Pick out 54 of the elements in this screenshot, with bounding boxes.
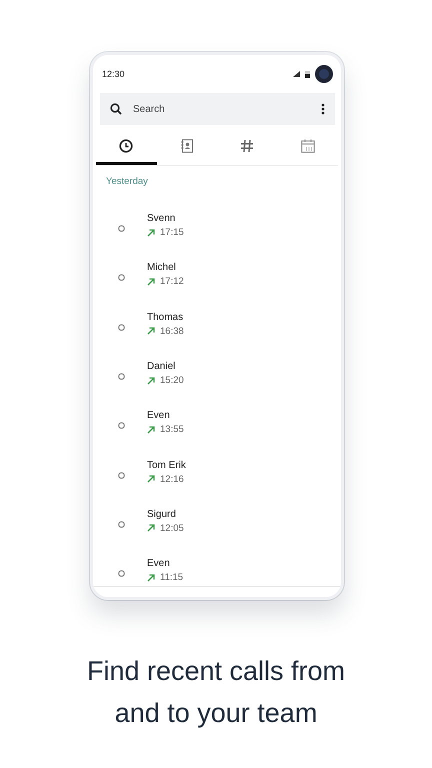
call-time: 17:15 [160,227,184,238]
call-time: 15:20 [160,375,184,386]
clock-icon [119,138,134,152]
battery-icon [305,70,310,78]
call-time: 16:38 [160,326,184,337]
circle-icon [118,422,125,430]
call-time: 17:12 [160,276,184,288]
call-row[interactable]: Tom Erik 12:16 [96,450,338,500]
call-row[interactable]: Svenn 17:15 [96,204,338,254]
outgoing-arrow-icon [147,228,155,237]
caption: Find recent calls from and to your team [86,655,346,730]
search-icon [110,103,122,115]
call-time: 13:55 [160,424,184,436]
circle-icon [118,225,125,232]
outgoing-arrow-icon [147,376,155,385]
call-row[interactable]: Michel 17:12 [96,253,338,303]
caller-name: Daniel [147,361,176,372]
search-field[interactable]: Search [131,102,312,116]
call-row[interactable]: Thomas 16:38 [96,302,338,352]
outgoing-arrow-icon [147,278,155,286]
caller-name: Thomas [147,312,184,323]
outgoing-arrow-icon [147,574,155,582]
circle-icon [118,472,125,479]
caller-name: Sigurd [147,508,177,520]
caller-name: Michel [147,262,177,274]
circle-icon [118,274,125,282]
signal-icon [293,71,300,77]
call-time: 12:05 [160,522,184,534]
search-bar[interactable]: Search [100,93,335,125]
status-time: 12:30 [102,69,125,79]
more-icon[interactable] [321,103,325,115]
address-book-icon [180,138,193,152]
caller-name: Even [147,410,171,422]
caller-name: Tom Erik [147,460,186,471]
caller-name: Even [147,558,171,570]
outgoing-arrow-icon [147,475,155,484]
caller-name: Svenn [147,213,176,224]
calendar-icon [300,138,315,152]
call-row[interactable]: Even 11:15 [96,549,338,586]
camera-icon [315,65,333,83]
call-row[interactable]: Sigurd 12:05 [96,500,338,550]
circle-icon [118,570,125,578]
outgoing-arrow-icon [147,426,155,434]
call-row[interactable]: Daniel 15:20 [96,352,338,402]
outgoing-arrow-icon [147,327,155,336]
hash-icon [240,138,254,152]
call-time: 11:15 [160,572,184,584]
circle-icon [118,520,125,528]
call-time: 12:16 [160,474,184,485]
call-row[interactable]: Even 13:55 [96,401,338,450]
circle-icon [118,373,125,380]
outgoing-arrow-icon [147,524,155,532]
section-label: Yesterday [105,175,149,187]
circle-icon [118,324,125,331]
